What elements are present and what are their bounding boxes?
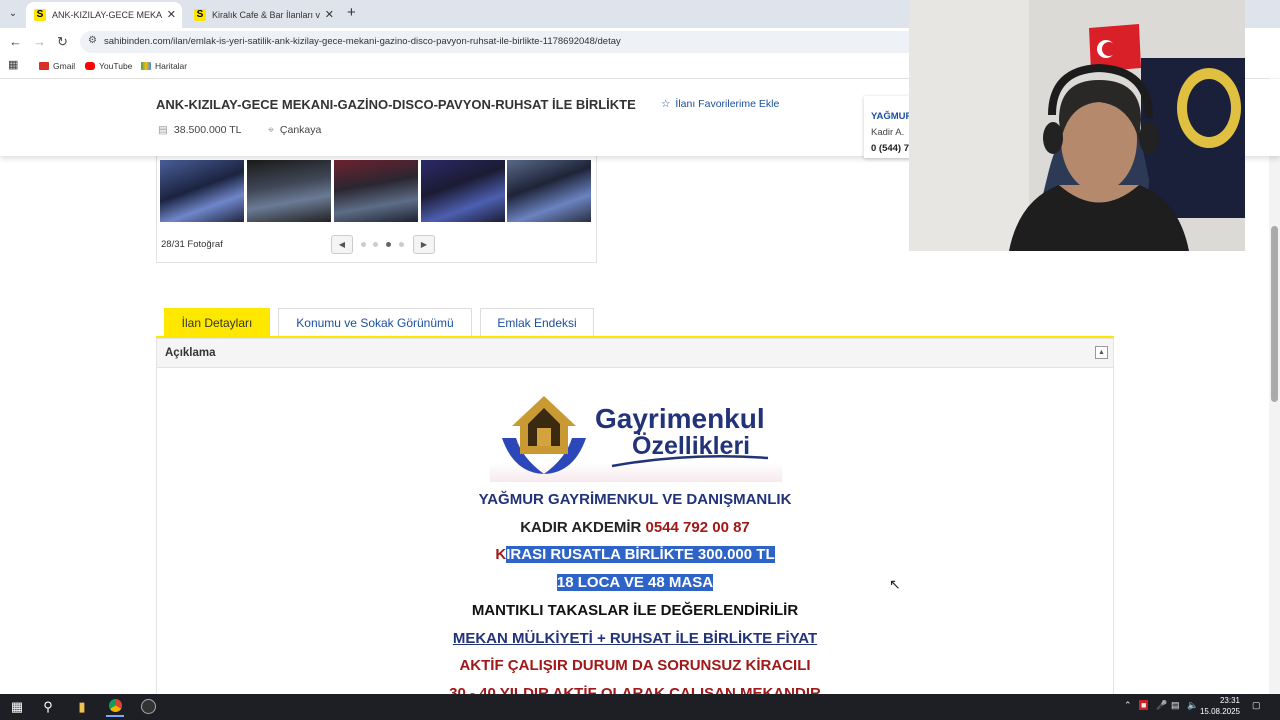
desc-contact-line: KADIR AKDEMİR 0544 792 00 87 xyxy=(156,519,1114,536)
gallery-dot[interactable] xyxy=(373,242,378,247)
gallery-next-button[interactable]: ▶ xyxy=(413,235,435,254)
clock-time: 23:31 xyxy=(1219,696,1240,705)
tab-title: ANK-KIZILAY-GECE MEKANI-GA xyxy=(52,10,162,20)
page-scrollbar[interactable] xyxy=(1269,78,1280,694)
location-pin-icon: ⌖ xyxy=(268,124,274,136)
contact-name: KADIR AKDEMİR xyxy=(520,519,642,536)
price-value: 38.500.000 TL xyxy=(173,124,242,136)
listing-location: ⌖ Çankaya xyxy=(268,124,321,137)
rent-selected-text: IRASI RUSATLA BİRLİKTE 300.000 TL xyxy=(506,546,775,563)
gallery-dot[interactable] xyxy=(399,242,404,247)
network-icon[interactable]: ▤ xyxy=(1171,700,1180,711)
bookmark-label: YouTube xyxy=(99,61,133,71)
url-text: sahibinden.com/ilan/emlak-is-yeri-satili… xyxy=(104,36,621,47)
windows-taskbar: ▦ ⚲ ▮ ⌃ ■ 🎤 ▤ 🔈 23:31 15.08.2025 ▢ xyxy=(0,694,1280,720)
browser-tab-active[interactable]: S ANK-KIZILAY-GECE MEKANI-GA ✕ xyxy=(26,2,182,28)
sahibinden-favicon-icon: S xyxy=(34,9,46,21)
tab-emlak-endeksi[interactable]: Emlak Endeksi xyxy=(480,308,594,337)
bookmark-gmail[interactable]: Gmail xyxy=(39,61,75,71)
file-explorer-icon[interactable]: ▮ xyxy=(73,699,91,715)
tab-title: Kiralık Cafe & Bar İlanları ve Fiy xyxy=(212,10,320,20)
seller-name: YAĞMUR xyxy=(871,111,913,122)
forward-arrow-icon[interactable]: → xyxy=(33,34,46,49)
collapse-chevron-icon[interactable]: ▲ xyxy=(1095,346,1108,359)
description-header: Açıklama ▲ xyxy=(156,338,1114,368)
youtube-icon xyxy=(85,62,95,70)
desc-rent-line: KIRASI RUSATLA BİRLİKTE 300.000 TL xyxy=(156,546,1114,563)
back-arrow-icon[interactable]: ← xyxy=(9,34,22,49)
taskbar-clock[interactable]: 23:31 15.08.2025 xyxy=(1200,695,1240,717)
tab-konum-sokak[interactable]: Konumu ve Sokak Görünümü xyxy=(278,308,472,337)
bookmark-label: Gmail xyxy=(53,61,76,71)
browser-tab[interactable]: S Kiralık Cafe & Bar İlanları ve Fiy ✕ xyxy=(186,2,340,28)
url-field[interactable]: ⚙ sahibinden.com/ilan/emlak-is-yeri-sati… xyxy=(80,31,980,53)
description-heading: Açıklama xyxy=(165,347,216,359)
scrollbar-thumb[interactable] xyxy=(1271,226,1278,402)
star-icon: ☆ xyxy=(661,98,671,110)
house-hands-logo-icon xyxy=(502,396,586,474)
microphone-icon[interactable]: 🎤 xyxy=(1156,700,1167,711)
bookmark-label: Haritalar xyxy=(155,61,188,71)
tray-chevron-icon[interactable]: ⌃ xyxy=(1124,700,1132,711)
location-value: Çankaya xyxy=(279,124,322,136)
rent-first-letter: K xyxy=(495,546,507,563)
close-icon[interactable]: ✕ xyxy=(325,2,334,28)
tray-app-icon[interactable]: ■ xyxy=(1139,700,1149,710)
logo-swoosh-icon xyxy=(611,454,769,468)
photo-gallery: 28/31 Fotoğraf ◀ ▶ xyxy=(156,150,597,263)
gallery-prev-button[interactable]: ◀ xyxy=(331,235,353,254)
gallery-thumbnail[interactable] xyxy=(160,160,244,222)
gallery-thumbnail[interactable] xyxy=(334,160,418,222)
desc-capacity-line: 18 LOCA VE 48 MASA xyxy=(156,574,1114,591)
tab-ilan-detaylari[interactable]: İlan Detayları xyxy=(164,308,270,337)
maps-icon xyxy=(141,62,151,70)
volume-icon[interactable]: 🔈 xyxy=(1187,700,1198,711)
bookmark-maps[interactable]: Haritalar xyxy=(141,61,187,71)
sahibinden-favicon-icon: S xyxy=(194,9,206,21)
clock-date: 15.08.2025 xyxy=(1199,707,1240,716)
tab-search-chevron-icon[interactable]: ⌄ xyxy=(4,5,22,23)
site-settings-icon[interactable]: ⚙ xyxy=(88,35,97,46)
webcam-overlay xyxy=(909,0,1245,251)
apps-grid-icon[interactable]: ▦ xyxy=(8,58,18,71)
desc-ownership-line: MEKAN MÜLKİYETİ + RUHSAT İLE BİRLİKTE Fİ… xyxy=(452,630,818,647)
new-tab-plus-icon[interactable]: + xyxy=(347,4,356,21)
add-favorite-label: İlanı Favorilerime Ekle xyxy=(675,98,780,110)
bookmark-youtube[interactable]: YouTube xyxy=(85,61,132,71)
windows-start-icon[interactable]: ▦ xyxy=(9,699,25,715)
close-icon[interactable]: ✕ xyxy=(167,2,176,28)
gallery-thumbnail[interactable] xyxy=(507,160,591,222)
seller-person: Kadir A. xyxy=(871,127,905,138)
add-favorite-link[interactable]: ☆ İlanı Favorilerime Ekle xyxy=(661,98,779,110)
gallery-dot-active[interactable] xyxy=(386,242,391,247)
price-tag-icon: ▤ xyxy=(158,124,168,136)
notifications-icon[interactable]: ▢ xyxy=(1252,700,1261,711)
reload-icon[interactable]: ↻ xyxy=(57,34,68,50)
seller-phone: 0 (544) 7 xyxy=(871,143,910,154)
recording-app-icon[interactable] xyxy=(139,699,157,715)
listing-price: ▤ 38.500.000 TL xyxy=(158,124,241,136)
listing-title: ANK-KIZILAY-GECE MEKANI-GAZİNO-DISCO-PAV… xyxy=(156,97,636,112)
logo-text-line1: Gayrimenkul xyxy=(595,403,765,434)
desc-swap-line: MANTIKLI TAKASLAR İLE DEĞERLENDİRİLİR xyxy=(471,602,799,619)
chrome-icon[interactable] xyxy=(106,699,124,717)
desc-active-line: AKTİF ÇALIŞIR DURUM DA SORUNSUZ KİRACILI xyxy=(459,657,811,674)
contact-phone: 0544 792 00 87 xyxy=(645,519,750,536)
gmail-icon xyxy=(39,62,49,70)
capacity-selected-text: 18 LOCA VE 48 MASA xyxy=(556,574,714,591)
photo-count: 28/31 Fotoğraf xyxy=(161,239,223,250)
search-icon[interactable]: ⚲ xyxy=(40,699,56,715)
gallery-dot[interactable] xyxy=(361,242,366,247)
gallery-thumbnail[interactable] xyxy=(247,160,331,222)
mouse-cursor-icon: ↖ xyxy=(889,576,901,592)
webcam-scene-image xyxy=(909,0,1245,251)
gallery-thumbnail[interactable] xyxy=(421,160,505,222)
company-logo: Gayrimenkul Özellikleri xyxy=(490,386,782,482)
desc-company-line: YAĞMUR GAYRİMENKUL VE DANIŞMANLIK xyxy=(478,491,792,508)
